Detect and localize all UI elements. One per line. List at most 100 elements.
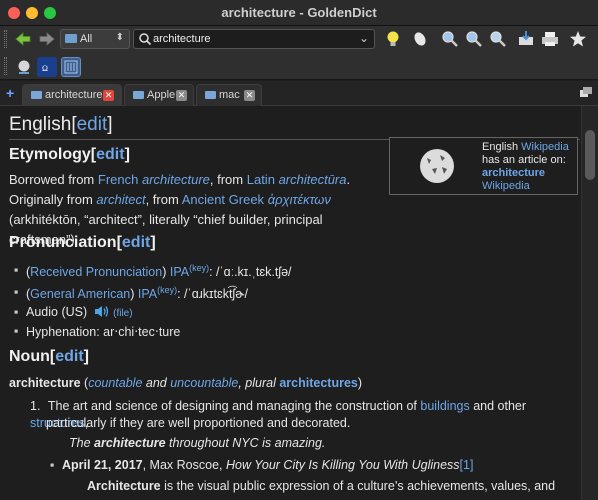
- usage-example: The architecture throughout NYC is amazi…: [69, 436, 326, 450]
- ancient-greek-link[interactable]: Ancient Greek: [182, 192, 264, 207]
- svg-text:Ω: Ω: [42, 64, 48, 73]
- tab-mac[interactable]: mac ✕: [196, 84, 262, 106]
- wikipedia-source-link[interactable]: Wikipedia: [482, 180, 530, 192]
- group-combo-value: All: [80, 33, 93, 45]
- quotation: April 21, 2017, Max Roscoe, How Your Cit…: [50, 458, 474, 472]
- article-scrollbar[interactable]: [581, 106, 598, 500]
- window-title: architecture - GoldenDict: [221, 5, 377, 20]
- noun-heading: Noun[edit]: [9, 348, 89, 365]
- pronunciation-rp: (Received Pronunciation) IPA(key): /ˈɑː.…: [14, 263, 291, 279]
- buildings-link[interactable]: buildings: [420, 399, 469, 413]
- plural-link[interactable]: architectures: [279, 376, 358, 390]
- dictionary-book-icon: [64, 60, 78, 74]
- zoom-in-button[interactable]: [440, 29, 460, 49]
- pronounce-button[interactable]: [410, 29, 430, 49]
- back-button[interactable]: [14, 30, 32, 48]
- wikipedia-globe-icon: [18, 60, 30, 74]
- greek-word-link[interactable]: ἀρχιτέκτων: [268, 192, 331, 207]
- tab-architecture[interactable]: architecture ✕: [22, 84, 122, 106]
- tab-list-icon[interactable]: [580, 87, 592, 97]
- dictionary-bar: Ω: [0, 52, 598, 80]
- edit-link[interactable]: edit: [122, 234, 150, 251]
- tab-label: Apple: [147, 89, 176, 101]
- edit-link[interactable]: edit: [77, 114, 108, 135]
- french-word-link[interactable]: architecture: [142, 172, 210, 187]
- edit-link[interactable]: edit: [96, 146, 124, 163]
- wikipedia-box-text: English Wikipedia has an article on: arc…: [482, 141, 569, 192]
- hyphenation: Hyphenation: ar‧chi‧tec‧ture: [14, 324, 180, 339]
- wikipedia-globe-icon: [420, 149, 454, 183]
- ipa-key-link[interactable]: (key): [157, 285, 177, 295]
- printer-icon: [542, 32, 558, 46]
- edit-link[interactable]: edit: [55, 348, 83, 365]
- zoom-out-button[interactable]: [464, 29, 484, 49]
- wikipedia-link[interactable]: Wikipedia: [521, 141, 569, 153]
- dictionary-bar-grip[interactable]: [4, 57, 7, 75]
- tab-label: architecture: [45, 89, 103, 101]
- dictionary-wiktionary-button[interactable]: Ω: [37, 57, 57, 77]
- zoom-out-icon: [466, 31, 482, 47]
- lightbulb-icon: [387, 31, 399, 46]
- forward-button[interactable]: [38, 30, 56, 48]
- ipa-link[interactable]: IPA: [170, 265, 189, 279]
- print-button[interactable]: [540, 29, 560, 49]
- star-icon: [570, 31, 586, 47]
- accent-link[interactable]: Received Pronunciation: [30, 265, 162, 279]
- zoom-in-icon: [442, 31, 458, 47]
- search-history-chevron-icon[interactable]: ⌄: [359, 31, 369, 45]
- forward-arrow-icon: [39, 32, 55, 46]
- wikipedia-box: English Wikipedia has an article on: arc…: [389, 137, 578, 195]
- search-input[interactable]: [153, 31, 353, 47]
- wikipedia-article-link[interactable]: architecture: [482, 167, 545, 179]
- main-toolbar: All ⬍ ⌄: [0, 26, 598, 52]
- pronounce-icon: [414, 32, 426, 46]
- noun-headword-line: architecture (countable and uncountable,…: [9, 376, 363, 390]
- audio-file-link[interactable]: (file): [113, 308, 132, 319]
- article-view[interactable]: English[edit] Etymology[edit] Borrowed f…: [0, 106, 580, 500]
- countable-link[interactable]: countable: [88, 376, 142, 390]
- architect-link[interactable]: architect: [96, 192, 145, 207]
- quotation-text: Architecture is the visual public expres…: [87, 479, 556, 493]
- dictionary-wikipedia-button[interactable]: [14, 57, 34, 77]
- search-icon: [139, 33, 152, 46]
- french-link[interactable]: French: [98, 172, 138, 187]
- favorites-button[interactable]: [568, 29, 588, 49]
- accent-link[interactable]: General American: [30, 287, 130, 301]
- tab-apple[interactable]: Apple ✕: [124, 84, 194, 106]
- back-arrow-icon: [15, 32, 31, 46]
- pronunciation-ga: (General American) IPA(key): /ˈɑɹkɪtɛkt͡…: [14, 285, 248, 301]
- close-tab-icon[interactable]: ✕: [176, 90, 187, 101]
- zoom-reset-button[interactable]: [488, 29, 508, 49]
- search-field[interactable]: ⌄: [133, 29, 375, 49]
- pronunciation-audio: Audio (US) (file): [14, 305, 133, 319]
- folder-icon: [133, 91, 144, 99]
- dictionary-local-button[interactable]: [61, 57, 81, 77]
- folder-icon: [65, 34, 77, 43]
- latin-link[interactable]: Latin: [247, 172, 275, 187]
- quotation-reference-link[interactable]: [1]: [460, 458, 474, 472]
- latin-word-link[interactable]: architectūra: [279, 172, 347, 187]
- language-heading: English[edit]: [9, 114, 113, 135]
- save-icon: [519, 31, 533, 45]
- new-tab-button[interactable]: +: [6, 85, 14, 101]
- scrollbar-thumb[interactable]: [585, 130, 595, 180]
- close-tab-icon[interactable]: ✕: [244, 90, 255, 101]
- tab-bar: + architecture ✕ Apple ✕ mac ✕: [0, 81, 598, 106]
- title-bar: architecture - GoldenDict: [0, 0, 598, 26]
- save-article-button[interactable]: [516, 29, 536, 49]
- speaker-icon[interactable]: [94, 305, 110, 318]
- zoom-reset-icon: [490, 31, 506, 47]
- scan-popup-button[interactable]: [383, 29, 403, 49]
- ipa-link[interactable]: IPA: [138, 287, 157, 301]
- folder-icon: [205, 91, 216, 99]
- uncountable-link[interactable]: uncountable: [170, 376, 238, 390]
- chevron-down-icon: ⬍: [115, 32, 124, 43]
- dictionary-group-combo[interactable]: All ⬍: [60, 29, 130, 49]
- toolbar-grip[interactable]: [4, 30, 7, 48]
- ipa-key-link[interactable]: (key): [189, 263, 209, 273]
- close-tab-icon[interactable]: ✕: [103, 90, 114, 101]
- wiktionary-icon: Ω: [40, 60, 54, 74]
- etymology-heading: Etymology[edit]: [9, 146, 130, 163]
- sense-1-continued: particularly if they are well proportion…: [46, 416, 351, 430]
- tab-label: mac: [219, 89, 240, 101]
